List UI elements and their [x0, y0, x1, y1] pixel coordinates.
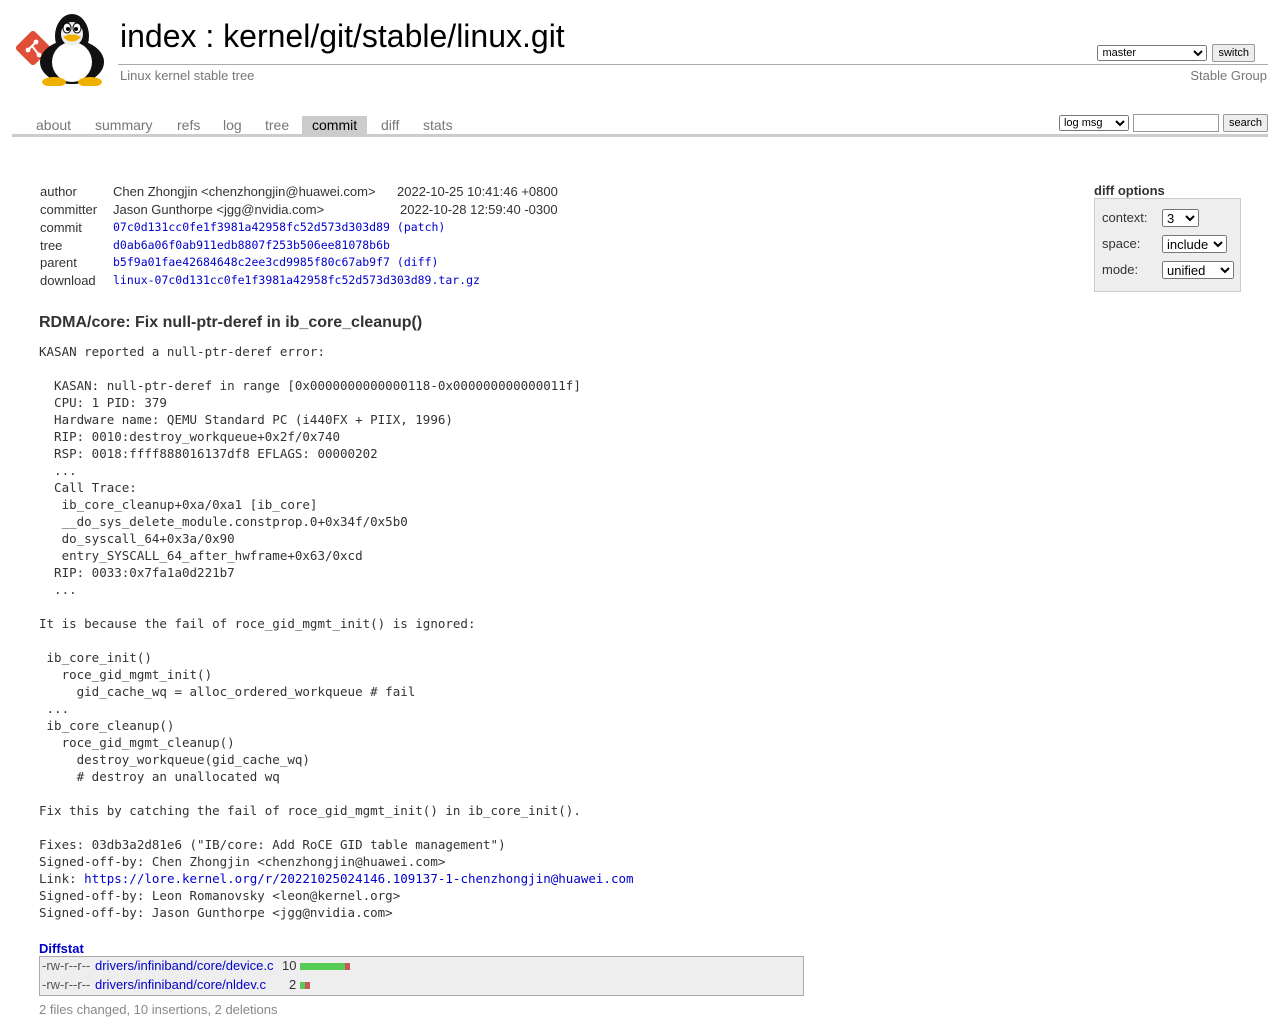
tree-value: d0ab6a06f0ab911edb8807f253b506ee81078b6b	[113, 238, 390, 252]
diffstat-summary: 2 files changed, 10 insertions, 2 deleti…	[39, 1002, 278, 1017]
author-date: 2022-10-25 10:41:46 +0800	[397, 184, 558, 199]
committer-label: committer	[40, 202, 98, 217]
branch-switch-form: master switch	[1097, 44, 1255, 62]
parent-label: parent	[40, 255, 77, 270]
diff-options-panel: context: 3 space: include mode: unified	[1094, 198, 1241, 292]
git-tux-logo-icon	[15, 14, 104, 87]
parent-hash-link[interactable]: b5f9a01fae42684648c2ee3cd9985f80c67ab9f7	[113, 255, 390, 269]
search-input[interactable]	[1132, 114, 1219, 132]
repo-description: Linux kernel stable tree	[120, 68, 255, 83]
tab-refs[interactable]: refs	[167, 116, 210, 134]
tab-summary[interactable]: summary	[85, 116, 163, 134]
repo-link[interactable]: kernel/git/stable/linux.git	[223, 18, 565, 54]
mode-label: mode:	[1102, 262, 1139, 277]
lore-link[interactable]: https://lore.kernel.org/r/20221025024146…	[84, 871, 633, 886]
change-count: 10	[282, 958, 297, 973]
space-label: space:	[1102, 236, 1141, 251]
search-form: log msg search	[1058, 114, 1268, 132]
message-body: KASAN reported a null-ptr-deref error: K…	[39, 344, 581, 886]
index-link[interactable]: index	[120, 18, 197, 54]
commit-message: KASAN reported a null-ptr-deref error: K…	[39, 343, 634, 921]
header-divider	[118, 64, 1268, 65]
message-trailer: Signed-off-by: Leon Romanovsky <leon@ker…	[39, 888, 401, 920]
tab-about[interactable]: about	[26, 116, 81, 134]
file-mode: -rw-r--r--	[42, 958, 91, 973]
download-value: linux-07c0d131cc0fe1f3981a42958fc52d573d…	[113, 273, 480, 287]
tab-stats[interactable]: stats	[413, 116, 463, 134]
parent-value: b5f9a01fae42684648c2ee3cd9985f80c67ab9f7…	[113, 255, 438, 269]
commit-value: 07c0d131cc0fe1f3981a42958fc52d573d303d89…	[113, 220, 445, 234]
space-select[interactable]: include	[1162, 235, 1227, 253]
diff-options-title: diff options	[1094, 183, 1165, 198]
download-link[interactable]: linux-07c0d131cc0fe1f3981a42958fc52d573d…	[113, 273, 480, 287]
search-type-select[interactable]: log msg	[1058, 115, 1129, 131]
download-label: download	[40, 273, 96, 288]
tab-tree[interactable]: tree	[255, 116, 299, 134]
file-mode: -rw-r--r--	[42, 977, 91, 992]
file-link[interactable]: drivers/infiniband/core/nldev.c	[95, 976, 266, 994]
change-bar	[300, 963, 350, 970]
commit-label: commit	[40, 220, 82, 235]
search-button[interactable]: search	[1222, 114, 1268, 132]
mode-select[interactable]: unified	[1162, 261, 1234, 279]
diffstat-table: -rw-r--r-- drivers/infiniband/core/devic…	[39, 956, 804, 996]
insertions-bar	[300, 963, 345, 970]
context-label: context:	[1102, 210, 1148, 225]
patch-link[interactable]: (patch)	[397, 220, 445, 234]
title-separator: :	[196, 18, 224, 54]
deletions-bar	[305, 982, 310, 989]
change-count: 2	[289, 977, 297, 992]
tree-label: tree	[40, 238, 63, 253]
page-title: index : kernel/git/stable/linux.git	[120, 18, 565, 55]
parent-diff-link[interactable]: (diff)	[397, 255, 439, 269]
committer-value: Jason Gunthorpe <jgg@nvidia.com>	[113, 202, 325, 217]
commit-subject: RDMA/core: Fix null-ptr-deref in ib_core…	[39, 314, 423, 331]
committer-date: 2022-10-28 12:59:40 -0300	[400, 202, 558, 217]
change-bar	[300, 982, 310, 989]
tab-diff[interactable]: diff	[371, 116, 409, 134]
context-select[interactable]: 3	[1162, 209, 1199, 227]
author-label: author	[40, 184, 77, 199]
tree-hash-link[interactable]: d0ab6a06f0ab911edb8807f253b506ee81078b6b	[113, 238, 390, 252]
tab-commit[interactable]: commit	[302, 116, 368, 134]
switch-button[interactable]: switch	[1212, 44, 1255, 62]
repo-owner: Stable Group	[1190, 68, 1267, 83]
commit-hash-link[interactable]: 07c0d131cc0fe1f3981a42958fc52d573d303d89	[113, 220, 390, 234]
file-link[interactable]: drivers/infiniband/core/device.c	[95, 957, 273, 975]
branch-select[interactable]: master	[1097, 45, 1208, 61]
author-value: Chen Zhongjin <chenzhongjin@huawei.com>	[113, 184, 376, 199]
deletions-bar	[345, 963, 350, 970]
diffstat-link[interactable]: Diffstat	[39, 941, 84, 956]
tab-log[interactable]: log	[213, 116, 252, 134]
cgit-logo[interactable]	[14, 10, 110, 87]
tab-bar: about summary refs log tree commit diff …	[12, 112, 1268, 137]
